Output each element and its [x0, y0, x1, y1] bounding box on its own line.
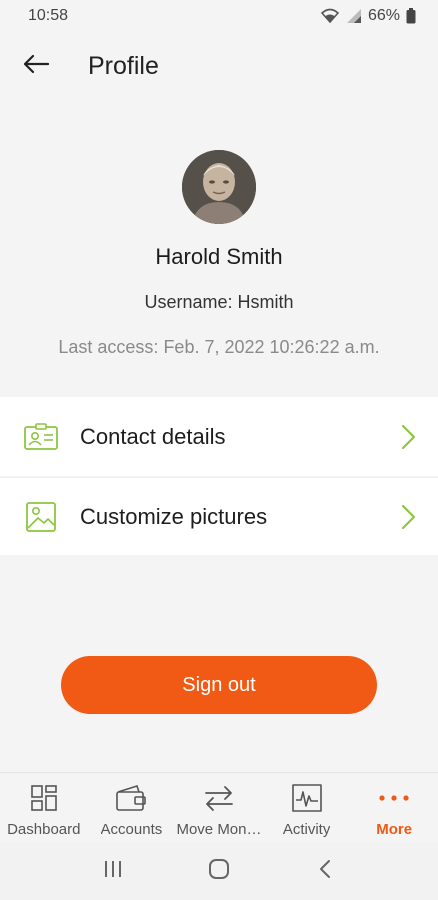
status-icons: 66% — [320, 7, 416, 25]
avatar-photo — [182, 150, 256, 224]
recent-apps-button[interactable] — [93, 851, 133, 891]
chevron-right-icon — [400, 504, 416, 530]
last-access: Last access: Feb. 7, 2022 10:26:22 a.m. — [58, 337, 380, 357]
nav-label: Move Mon… — [176, 821, 262, 838]
recent-apps-icon — [103, 860, 123, 883]
status-time: 10:58 — [28, 7, 69, 24]
chevron-right-icon — [400, 424, 416, 450]
nav-item-activity[interactable]: Activity — [263, 773, 351, 842]
home-button[interactable] — [199, 851, 239, 891]
status-bar: 10:58 66% — [0, 0, 438, 32]
menu-item-customize-pictures[interactable]: Customize pictures — [0, 476, 438, 555]
profile-menu: Contact details Customize pictures — [0, 397, 438, 555]
nav-label: More — [376, 821, 413, 838]
bottom-nav: Dashboard Accounts Move Mon… Activity Mo… — [0, 772, 438, 842]
avatar — [182, 150, 256, 224]
sign-out-button[interactable]: Sign out — [61, 656, 377, 714]
nav-label: Accounts — [100, 821, 163, 838]
back-arrow-icon — [23, 54, 50, 79]
menu-item-label: Customize pictures — [80, 503, 268, 529]
nav-item-more[interactable]: More — [350, 773, 438, 842]
header: Profile — [0, 40, 438, 92]
home-icon — [208, 858, 230, 885]
page-title: Profile — [88, 51, 159, 80]
nav-label: Activity — [282, 821, 331, 838]
contact-card-icon — [24, 420, 58, 454]
nav-item-move-money[interactable]: Move Mon… — [175, 773, 263, 842]
menu-item-label: Contact details — [80, 423, 226, 449]
system-back-button[interactable] — [305, 851, 345, 891]
nav-item-accounts[interactable]: Accounts — [88, 773, 176, 842]
back-button[interactable] — [16, 46, 56, 86]
profile-name: Harold Smith — [155, 244, 283, 269]
wallet-icon — [115, 783, 147, 813]
profile-username: Username: Hsmith — [144, 292, 294, 312]
profile-section: Harold Smith Username: Hsmith Last acces… — [0, 150, 438, 358]
wifi-icon — [320, 8, 340, 24]
transfer-icon — [203, 783, 235, 813]
more-dots-icon — [378, 783, 410, 813]
activity-icon — [291, 783, 322, 813]
menu-item-contact-details[interactable]: Contact details — [0, 397, 438, 476]
system-back-icon — [318, 859, 332, 884]
nav-item-dashboard[interactable]: Dashboard — [0, 773, 88, 842]
picture-icon — [24, 500, 58, 534]
dashboard-icon — [30, 783, 58, 813]
battery-text: 66% — [367, 7, 400, 24]
system-nav-bar — [0, 842, 438, 900]
signal-icon — [346, 8, 362, 24]
nav-label: Dashboard — [7, 821, 81, 838]
battery-icon — [406, 8, 416, 24]
